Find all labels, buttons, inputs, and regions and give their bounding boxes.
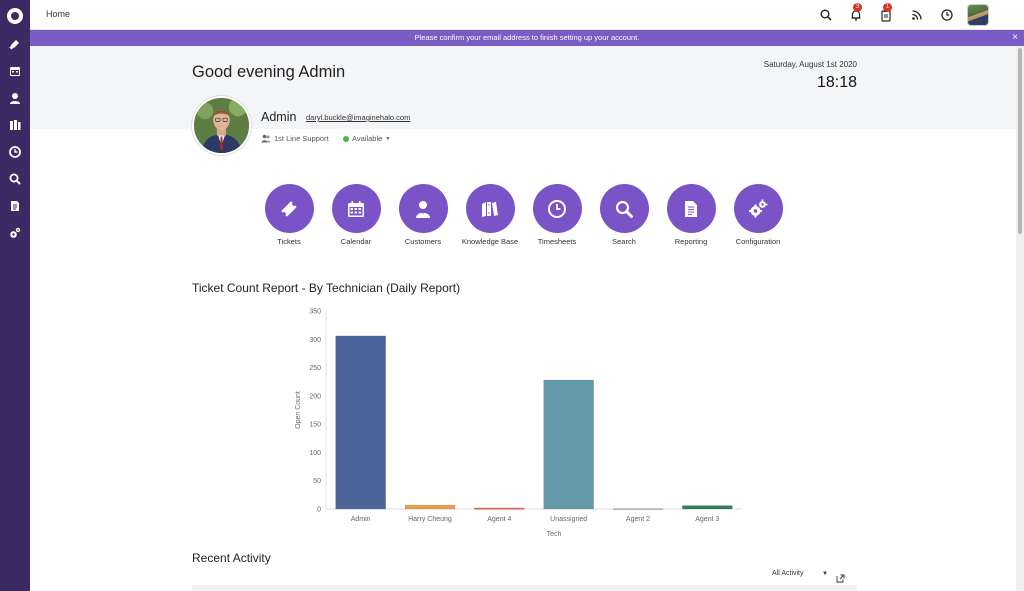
- user-avatar[interactable]: [967, 4, 989, 26]
- y-tick-label: 150: [309, 422, 321, 429]
- x-axis-title: Tech: [547, 531, 562, 538]
- y-tick-label: 50: [313, 478, 321, 485]
- notifications-badge: 3: [853, 3, 862, 12]
- search-icon[interactable]: [819, 8, 833, 22]
- x-tick-label: Harry Cheung: [408, 516, 452, 523]
- quick-link-label: Calendar: [340, 237, 372, 246]
- x-tick-label: Admin: [351, 516, 371, 523]
- sidebar: [0, 0, 30, 591]
- quick-link-configuration[interactable]: Configuration: [723, 184, 793, 246]
- bar-agent-2: [612, 508, 664, 511]
- greeting-heading: Good evening Admin: [192, 63, 346, 81]
- current-date: Saturday, August 1st 2020: [763, 60, 857, 69]
- quick-link-label: Knowledge Base: [461, 237, 519, 246]
- bar-agent-3: [682, 505, 733, 510]
- team-name: 1st Line Support: [274, 134, 329, 143]
- sidebar-calendar-icon[interactable]: [8, 64, 22, 78]
- breadcrumb[interactable]: Home: [46, 9, 70, 19]
- books-icon: [465, 184, 515, 233]
- user-email-link[interactable]: daryl.buckle@imaginehalo.com: [306, 113, 410, 122]
- gears-icon: [733, 184, 783, 233]
- quick-link-tickets[interactable]: Tickets: [254, 184, 324, 246]
- report-icon: [666, 184, 716, 233]
- sidebar-search-icon[interactable]: [8, 172, 22, 186]
- ticket-count-bar-chart: 0 50 100 150 200 250 300 350 Admin Harry Cheung Ag…: [295, 309, 742, 538]
- search-icon: [599, 184, 649, 233]
- current-time: 18:18: [816, 74, 857, 91]
- tasks-badge: 1: [883, 3, 892, 12]
- bar-harry-cheung: [404, 504, 456, 510]
- scrollbar-thumb[interactable]: [1018, 48, 1022, 234]
- y-tick-label: 300: [309, 337, 321, 344]
- sidebar-knowledge-icon[interactable]: [8, 118, 22, 132]
- quick-link-knowledge-base[interactable]: Knowledge Base: [455, 184, 525, 246]
- quick-link-label: Reporting: [674, 237, 708, 246]
- x-tick-label: Agent 2: [626, 516, 650, 523]
- header-band: [30, 46, 1016, 129]
- recent-activity-title: Recent Activity: [192, 551, 271, 565]
- caret-down-icon: ▼: [385, 135, 391, 142]
- quick-link-timesheets[interactable]: Timesheets: [522, 184, 592, 246]
- activity-filter-select[interactable]: All Activity: [772, 570, 804, 577]
- quick-link-calendar[interactable]: Calendar: [321, 184, 391, 246]
- quick-link-label: Customers: [404, 237, 442, 246]
- quick-link-customers[interactable]: Customers: [388, 184, 458, 246]
- top-bar: Home: [30, 0, 1024, 30]
- quick-link-search[interactable]: Search: [589, 184, 659, 246]
- sidebar-customers-icon[interactable]: [8, 91, 22, 105]
- filter-caret-icon[interactable]: ▼: [822, 571, 828, 577]
- quick-link-label: Search: [612, 237, 636, 246]
- bar-unassigned: [543, 379, 594, 510]
- x-tick-label: Agent 3: [695, 516, 719, 523]
- profile-photo[interactable]: [192, 96, 251, 155]
- user-name: Admin: [261, 110, 297, 124]
- quick-link-label: Timesheets: [537, 237, 577, 246]
- quick-link-label: Tickets: [277, 237, 301, 246]
- clock-icon: [532, 184, 582, 233]
- sidebar-tickets-icon[interactable]: [8, 37, 22, 51]
- customer-icon: [398, 184, 448, 233]
- open-external-icon[interactable]: [836, 570, 845, 583]
- availability-status: Available: [352, 134, 383, 143]
- banner-close-button[interactable]: ×: [1012, 30, 1018, 46]
- team-label: 1st Line Support: [261, 134, 329, 143]
- rss-feed-icon[interactable]: [910, 8, 924, 22]
- app-logo-icon[interactable]: [7, 8, 23, 24]
- y-tick-label: 100: [309, 450, 321, 457]
- chart-title: Ticket Count Report - By Technician (Dai…: [192, 281, 461, 295]
- y-tick-label: 0: [317, 507, 321, 514]
- email-confirm-banner: Please confirm your email address to fin…: [30, 30, 1024, 46]
- quick-link-label: Configuration: [735, 237, 781, 246]
- status-dot-icon: [343, 135, 349, 142]
- tasks-clipboard-icon[interactable]: 1: [879, 3, 893, 22]
- y-tick-label: 200: [309, 393, 321, 400]
- y-tick-label: 350: [309, 309, 321, 316]
- notifications-bell-icon[interactable]: 3: [849, 3, 863, 22]
- bar-admin: [335, 335, 386, 510]
- availability-dropdown[interactable]: Available ▼: [343, 134, 390, 143]
- x-tick-label: Agent 4: [487, 516, 511, 523]
- recent-activity-header-row: [192, 585, 857, 591]
- y-tick-label: 250: [309, 365, 321, 372]
- bar-agent-4: [474, 507, 525, 510]
- sidebar-reporting-icon[interactable]: [8, 199, 22, 213]
- banner-text: Please confirm your email address to fin…: [414, 33, 640, 42]
- team-people-icon: [261, 134, 271, 143]
- y-axis-title: Open Count: [295, 391, 302, 429]
- x-tick-label: Unassigned: [550, 516, 587, 523]
- quick-link-reporting[interactable]: Reporting: [656, 184, 726, 246]
- timer-clock-icon[interactable]: [940, 8, 954, 22]
- sidebar-timesheets-icon[interactable]: [8, 145, 22, 159]
- calendar-icon: [331, 184, 381, 233]
- page-scrollbar[interactable]: [1016, 46, 1024, 591]
- ticket-icon: [264, 184, 314, 233]
- sidebar-configuration-icon[interactable]: [8, 226, 22, 240]
